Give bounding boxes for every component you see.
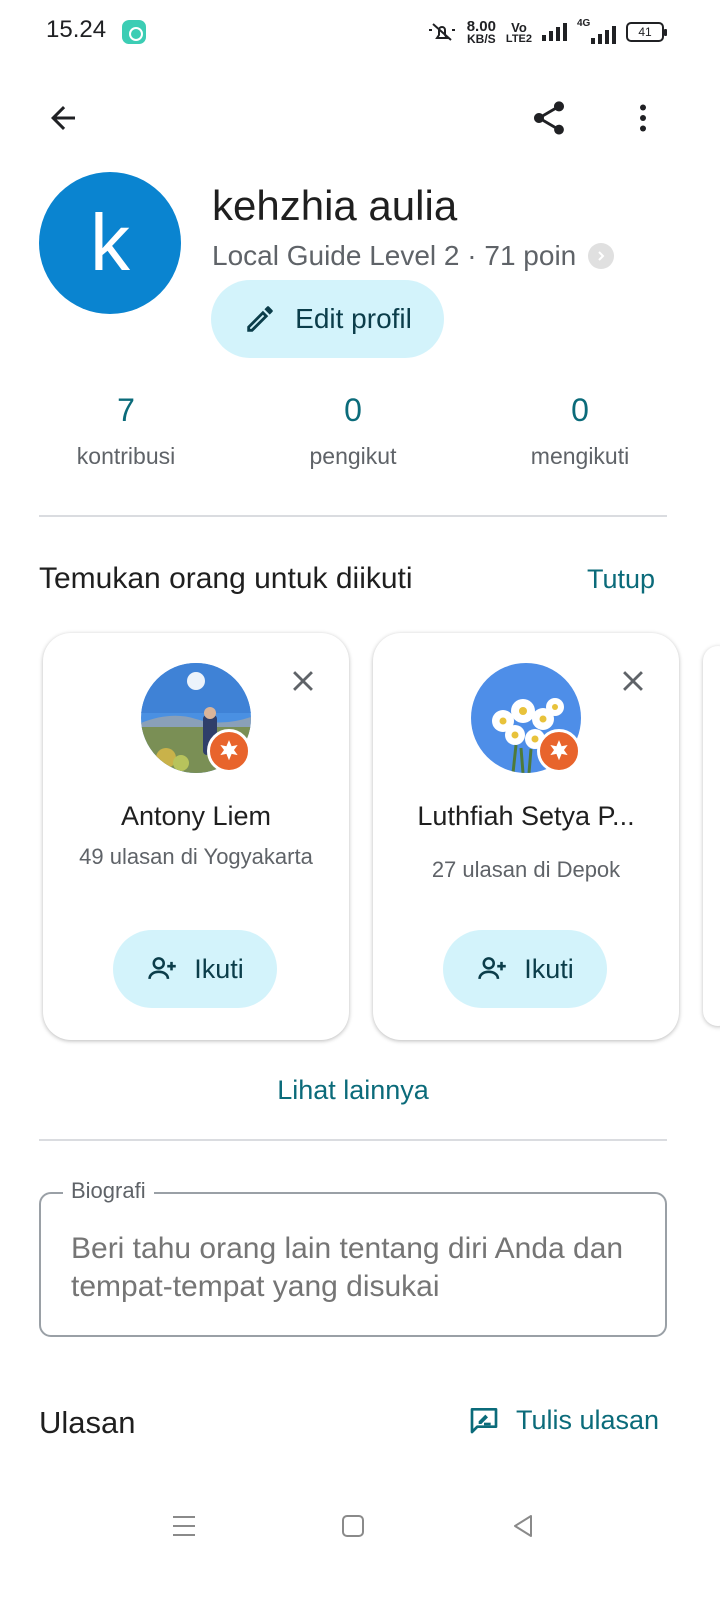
edit-profile-label: Edit profil — [295, 303, 412, 334]
stat-value: 0 — [344, 392, 362, 428]
back-button[interactable] — [35, 90, 91, 146]
signal-icon-2: 4G — [577, 18, 616, 44]
more-vert-icon — [640, 104, 646, 132]
signal-icon-1 — [542, 23, 567, 41]
status-bar: 15.24 8.00 KB/S Vo LTE2 4G 41 — [0, 0, 720, 64]
network-type: 4G — [577, 18, 591, 29]
mute-bell-icon — [428, 23, 455, 41]
nav-home-button[interactable] — [333, 1506, 373, 1546]
person-add-icon — [148, 957, 176, 980]
profile-avatar[interactable]: k — [39, 172, 181, 314]
stat-following[interactable]: 0 mengikuti — [490, 392, 670, 470]
local-guide-level[interactable]: Local Guide Level 2 · 71 poin — [212, 240, 615, 272]
dismiss-suggestion-button[interactable] — [285, 663, 321, 699]
status-icons: 8.00 KB/S Vo LTE2 4G 41 — [427, 16, 667, 48]
write-review-button[interactable]: Tulis ulasan — [468, 1404, 659, 1436]
follow-label: Ikuti — [524, 953, 574, 984]
see-more-link[interactable]: Lihat lainnya — [0, 1075, 706, 1106]
net-speed-unit: KB/S — [466, 32, 496, 46]
profile-name: kehzhia aulia — [212, 182, 458, 229]
suggestion-card[interactable]: Antony Liem 49 ulasan di Yogyakarta Ikut… — [43, 633, 349, 1040]
local-guide-badge-icon — [537, 729, 581, 773]
share-icon — [534, 101, 564, 135]
volte-bottom: LTE2 — [505, 32, 532, 45]
stat-value: 7 — [117, 392, 135, 428]
nav-back-button[interactable] — [503, 1506, 543, 1546]
status-time: 15.24 — [46, 16, 107, 43]
edit-profile-button[interactable]: Edit profil — [211, 280, 444, 358]
share-button[interactable] — [521, 90, 577, 146]
rate-review-icon — [470, 1408, 498, 1434]
dismiss-suggestion-button[interactable] — [615, 663, 651, 699]
chevron-right-icon — [588, 243, 615, 269]
local-guide-badge-icon — [207, 729, 251, 773]
suggestion-subtitle: 27 ulasan di Depok — [431, 857, 621, 882]
menu-icon — [173, 1516, 195, 1536]
home-square-icon — [342, 1515, 364, 1537]
stat-label: kontribusi — [76, 443, 176, 469]
suggestions-close-link[interactable]: Tutup — [587, 564, 655, 595]
follow-label: Ikuti — [194, 953, 244, 984]
suggestion-card[interactable]: Luthfiah Setya P... 27 ulasan di Depok I… — [373, 633, 679, 1040]
suggestion-name: Luthfiah Setya P... — [417, 801, 635, 831]
suggestion-card-peek[interactable] — [703, 646, 720, 1026]
suggestions-title: Temukan orang untuk diikuti — [39, 562, 413, 595]
suggestion-name: Antony Liem — [120, 801, 272, 831]
net-speed: 8.00 KB/S — [467, 19, 496, 45]
nav-menu-button[interactable] — [164, 1506, 204, 1546]
back-arrow-icon — [51, 106, 75, 130]
app-notification-icon — [122, 20, 146, 44]
volte-indicator: Vo LTE2 — [505, 19, 532, 45]
close-icon — [623, 671, 643, 691]
back-triangle-icon — [514, 1515, 532, 1537]
pencil-icon — [247, 306, 273, 332]
stat-label: mengikuti — [530, 443, 630, 469]
divider — [39, 1139, 667, 1141]
write-review-label: Tulis ulasan — [516, 1404, 660, 1435]
biography-placeholder: Beri tahu orang lain tentang diri Anda d… — [71, 1232, 624, 1303]
stat-followers[interactable]: 0 pengikut — [263, 392, 443, 470]
close-icon — [293, 671, 313, 691]
follow-button[interactable]: Ikuti — [113, 930, 277, 1008]
local-guide-level-text: Local Guide Level 2 · 71 poin — [212, 240, 577, 271]
battery-icon: 41 — [626, 22, 667, 42]
stat-contributions[interactable]: 7 kontribusi — [36, 392, 216, 470]
stat-label: pengikut — [309, 443, 397, 469]
biography-field[interactable]: Biografi Beri tahu orang lain tentang di… — [39, 1178, 667, 1337]
volte-top: Vo — [511, 19, 527, 35]
reviews-title: Ulasan — [39, 1405, 136, 1440]
more-options-button[interactable] — [615, 90, 671, 146]
divider — [39, 515, 667, 517]
person-add-icon — [478, 957, 506, 980]
stat-value: 0 — [571, 392, 589, 428]
biography-label: Biografi — [63, 1178, 154, 1204]
suggestion-subtitle: 49 ulasan di Yogyakarta — [79, 844, 313, 869]
follow-button[interactable]: Ikuti — [443, 930, 607, 1008]
